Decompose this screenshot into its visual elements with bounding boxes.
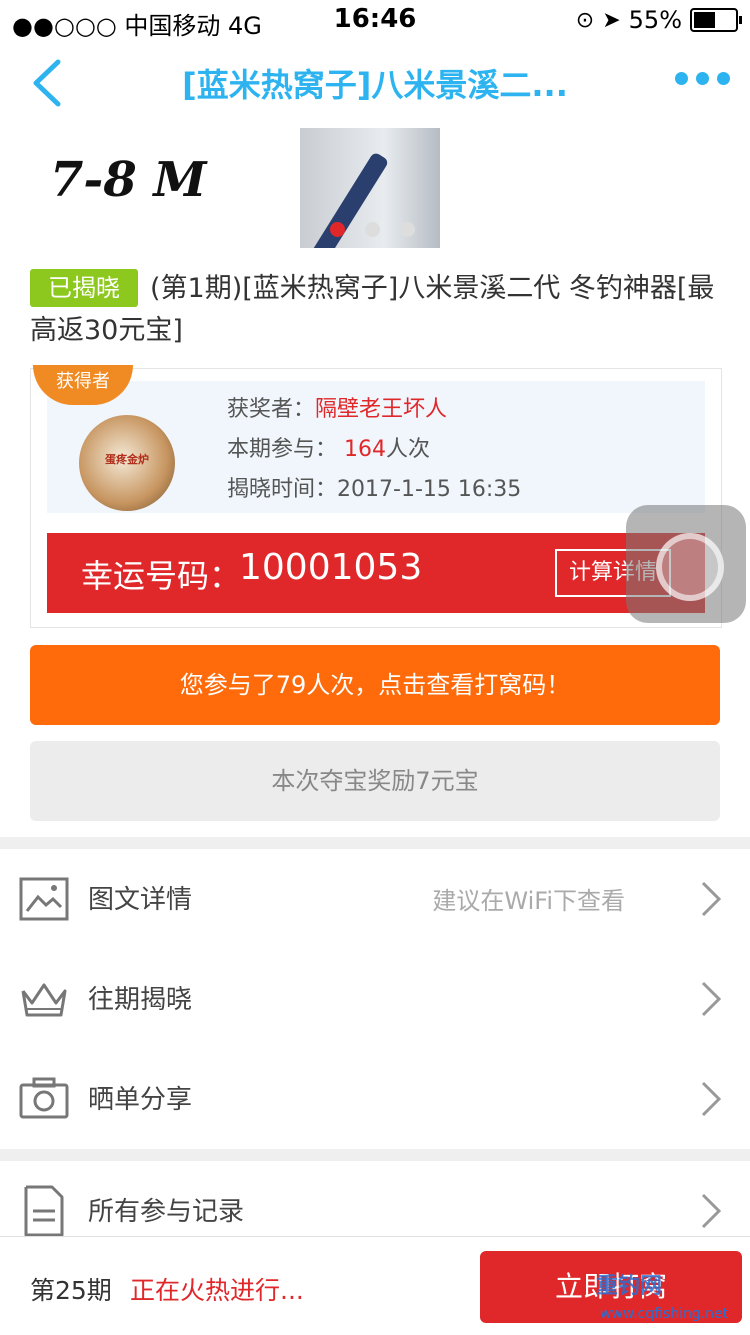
assistive-touch-button[interactable] <box>626 505 746 623</box>
reveal-time: 2017-1-15 16:35 <box>337 477 522 502</box>
reveal-label: 揭晓时间： <box>227 477 338 502</box>
product-title-block: 已揭晓 (第1期)[蓝米热窝子]八米景溪二代 冬钓神器[最高返30元宝] <box>30 268 720 352</box>
page-title: [蓝米热窝子]八米景溪二... <box>182 66 568 104</box>
winner-name[interactable]: 隔壁老王坏人 <box>315 397 447 422</box>
carousel-dots <box>330 222 415 237</box>
avatar[interactable]: 蛋疼金炉 <box>79 415 175 511</box>
more-dots-icon[interactable] <box>675 72 730 85</box>
list-item-share[interactable]: 晒单分享 <box>0 1049 750 1149</box>
winner-card: 获得者 蛋疼金炉 获奖者：隔壁老王坏人 本期参与： 164人次 揭晓时间：201… <box>30 365 722 628</box>
list-item-details[interactable]: 图文详情 建议在WiFi下查看 <box>0 849 750 950</box>
lucky-number: 10001053 <box>239 547 423 588</box>
assistive-touch-icon <box>656 533 724 601</box>
chevron-right-icon <box>701 1193 722 1229</box>
participation-unit: 人次 <box>386 437 431 462</box>
participation-value: 164 <box>344 437 387 462</box>
list-item-label: 图文详情 <box>88 885 193 915</box>
status-right: ⊙ ➤ 55% <box>575 6 742 34</box>
nav-bar: [蓝米热窝子]八米景溪二... <box>0 40 750 128</box>
document-icon <box>24 1185 64 1237</box>
banner-text: 7-8 M <box>50 152 207 208</box>
view-codes-button[interactable]: 您参与了79人次，点击查看打窝码！ <box>30 645 720 725</box>
lucky-label: 幸运号码： <box>81 557 242 595</box>
status-badge: 已揭晓 <box>30 269 138 307</box>
avatar-text: 蛋疼金炉 <box>105 453 149 466</box>
list-item-label: 往期揭晓 <box>88 985 193 1015</box>
participation-row: 本期参与： 164人次 <box>227 431 430 463</box>
reveal-time-row: 揭晓时间：2017-1-15 16:35 <box>227 471 521 503</box>
list-item-label: 晒单分享 <box>88 1085 193 1115</box>
watermark-logo: 重钓网 <box>596 1274 663 1299</box>
crown-icon <box>21 983 67 1017</box>
section-divider <box>0 837 750 849</box>
battery-icon <box>690 8 742 32</box>
rotation-lock-icon: ⊙ <box>575 7 595 33</box>
winner-row: 获奖者：隔壁老王坏人 <box>227 391 447 423</box>
battery-percent: 55% <box>628 6 682 34</box>
location-icon: ➤ <box>602 7 621 33</box>
carousel-dot[interactable] <box>330 222 345 237</box>
chevron-right-icon <box>701 981 722 1017</box>
back-chevron-icon[interactable] <box>28 58 68 108</box>
status-bar: ●●○○○ 中国移动 4G 16:46 ⊙ ➤ 55% <box>0 0 750 40</box>
carousel-dot[interactable] <box>400 222 415 237</box>
list-item-hint: 建议在WiFi下查看 <box>432 887 625 915</box>
section-divider <box>0 1149 750 1161</box>
live-status: 正在火热进行... <box>130 1276 304 1305</box>
lucky-number-bar: 幸运号码： 10001053 计算详情 <box>47 533 705 613</box>
issue-number: 第25期 <box>30 1276 112 1305</box>
winner-label: 获奖者： <box>227 397 316 422</box>
image-icon <box>19 877 69 921</box>
chevron-right-icon <box>701 1081 722 1117</box>
list-item-label: 所有参与记录 <box>88 1197 245 1227</box>
list-item-history[interactable]: 往期揭晓 <box>0 949 750 1050</box>
participation-label: 本期参与： <box>227 437 338 462</box>
reward-button[interactable]: 本次夺宝奖励7元宝 <box>30 741 720 821</box>
watermark-url: www.cqfishing.net <box>600 1306 729 1322</box>
chevron-right-icon <box>701 881 722 917</box>
camera-icon <box>19 1077 69 1119</box>
carousel-dot[interactable] <box>365 222 380 237</box>
